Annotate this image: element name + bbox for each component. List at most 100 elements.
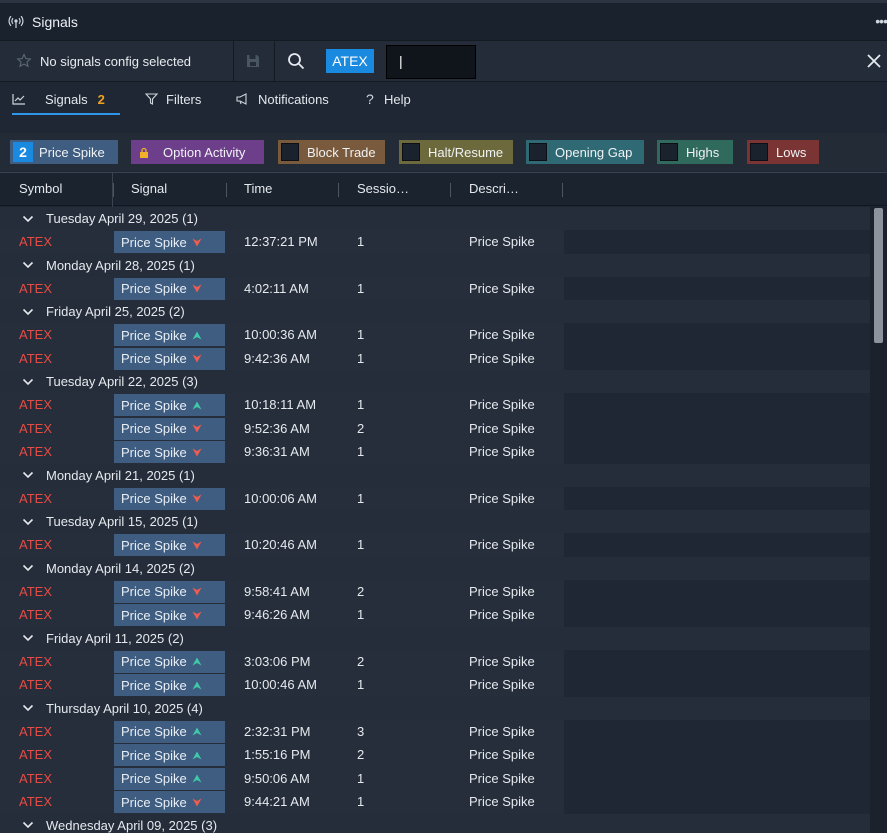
column-resize-handle[interactable] [338,183,339,197]
table-row[interactable]: ATEX Price Spike 9:46:26 AM 1 Price Spike [0,603,870,627]
group-header[interactable]: Tuesday April 29, 2025 (1) [0,207,870,230]
group-header[interactable]: Thursday April 10, 2025 (4) [0,696,870,720]
column-resize-handle[interactable] [113,183,114,197]
column-header-symbol[interactable]: Symbol [19,181,62,196]
symbol-cell[interactable]: ATEX [19,323,52,347]
signal-cell[interactable]: Price Spike [114,441,225,463]
chip-highs[interactable]: Highs [657,140,733,164]
symbol-cell[interactable]: ATEX [19,720,52,744]
column-resize-handle[interactable] [450,183,451,197]
column-header-time[interactable]: Time [244,181,272,196]
table-row[interactable]: ATEX Price Spike 4:02:11 AM 1 Price Spike [0,276,870,301]
symbol-cell[interactable]: ATEX [19,580,52,604]
table-row[interactable]: ATEX Price Spike 9:42:36 AM 1 Price Spike [0,346,870,371]
vertical-scrollbar[interactable] [870,207,887,833]
symbol-cell[interactable]: ATEX [19,347,52,371]
group-header[interactable]: Monday April 28, 2025 (1) [0,253,870,277]
tab-signals[interactable]: Signals 2 [12,82,120,116]
signal-cell[interactable]: Price Spike [114,347,225,370]
chip-price-spike[interactable]: 2 Price Spike [10,140,118,164]
table-row[interactable]: ATEX Price Spike 2:32:31 PM 3 Price Spike [0,719,870,744]
table-row[interactable]: ATEX Price Spike 10:18:11 AM 1 Price Spike [0,393,870,417]
group-header[interactable]: Tuesday April 15, 2025 (1) [0,510,870,533]
signal-cell[interactable]: Price Spike [114,604,225,626]
symbol-cell[interactable]: ATEX [19,393,52,417]
chevron-down-icon[interactable] [22,261,34,269]
star-icon[interactable] [16,53,32,72]
group-header[interactable]: Friday April 11, 2025 (2) [0,626,870,650]
tab-notifications[interactable]: Notifications [236,82,329,116]
signal-cell[interactable]: Price Spike [114,580,225,603]
symbol-cell[interactable]: ATEX [19,533,52,557]
column-header-description[interactable]: Descri… [469,181,519,196]
search-icon[interactable] [287,52,305,73]
symbol-cell[interactable]: ATEX [19,417,52,441]
table-row[interactable]: ATEX Price Spike 9:52:36 AM 2 Price Spike [0,416,870,441]
symbol-cell[interactable]: ATEX [19,767,52,791]
signal-cell[interactable]: Price Spike [114,487,225,510]
group-header[interactable]: Monday April 21, 2025 (1) [0,463,870,487]
chevron-down-icon[interactable] [22,308,34,316]
tab-help[interactable]: ? Help [366,82,411,116]
table-row[interactable]: ATEX Price Spike 3:03:06 PM 2 Price Spike [0,649,870,674]
table-row[interactable]: ATEX Price Spike 10:00:46 AM 1 Price Spike [0,673,870,697]
chevron-down-icon[interactable] [22,518,34,526]
table-row[interactable]: ATEX Price Spike 10:00:06 AM 1 Price Spike [0,486,870,511]
signal-cell[interactable]: Price Spike [114,674,225,696]
chevron-down-icon[interactable] [22,215,34,223]
symbol-cell[interactable]: ATEX [19,673,52,697]
table-row[interactable]: ATEX Price Spike 10:20:46 AM 1 Price Spike [0,533,870,557]
table-row[interactable]: ATEX Price Spike 9:44:21 AM 1 Price Spike [0,790,870,814]
signal-cell[interactable]: Price Spike [114,231,225,253]
symbol-cell[interactable]: ATEX [19,743,52,767]
symbol-cell[interactable]: ATEX [19,230,52,254]
close-icon[interactable] [865,52,883,73]
column-resize-handle[interactable] [562,183,563,197]
tab-filters[interactable]: Filters [145,82,201,116]
column-resize-handle[interactable] [226,183,227,197]
table-row[interactable]: ATEX Price Spike 10:00:36 AM 1 Price Spike [0,323,870,347]
chip-block-trade[interactable]: Block Trade [278,140,385,164]
chevron-down-icon[interactable] [22,821,34,829]
symbol-cell[interactable]: ATEX [19,440,52,464]
chip-lows[interactable]: Lows [747,140,819,164]
chip-opening-gap[interactable]: Opening Gap [526,140,644,164]
config-selector[interactable]: No signals config selected [40,54,191,69]
signal-cell[interactable]: Price Spike [114,791,225,813]
signal-cell[interactable]: Price Spike [114,324,225,346]
signal-cell[interactable]: Price Spike [114,394,225,416]
chip-halt-resume[interactable]: Halt/Resume [399,140,513,164]
signal-cell[interactable]: Price Spike [114,417,225,440]
chevron-down-icon[interactable] [22,634,34,642]
signal-cell[interactable]: Price Spike [114,720,225,743]
signal-cell[interactable]: Price Spike [114,767,225,790]
symbol-cell[interactable]: ATEX [19,603,52,627]
column-header-signal[interactable]: Signal [131,181,167,196]
table-row[interactable]: ATEX Price Spike 9:36:31 AM 1 Price Spike [0,440,870,464]
symbol-cell[interactable]: ATEX [19,487,52,511]
signal-cell[interactable]: Price Spike [114,534,225,556]
symbol-cell[interactable]: ATEX [19,650,52,674]
signal-cell[interactable]: Price Spike [114,277,225,300]
symbol-cell[interactable]: ATEX [19,790,52,814]
save-icon[interactable] [245,53,261,72]
table-row[interactable]: ATEX Price Spike 9:50:06 AM 1 Price Spike [0,766,870,791]
table-row[interactable]: ATEX Price Spike 9:58:41 AM 2 Price Spike [0,579,870,604]
chevron-down-icon[interactable] [22,564,34,572]
scrollbar-thumb[interactable] [874,208,883,343]
column-header-session[interactable]: Sessio… [357,181,409,196]
signal-cell[interactable]: Price Spike [114,744,225,766]
signal-cell[interactable]: Price Spike [114,650,225,673]
group-header[interactable]: Tuesday April 22, 2025 (3) [0,370,870,393]
symbol-tag[interactable]: ATEX [326,49,374,73]
group-header[interactable]: Wednesday April 09, 2025 (3) [0,813,870,833]
chip-option-activity[interactable]: Option Activity [131,140,264,164]
more-options-icon[interactable]: ••• [875,13,887,29]
chevron-down-icon[interactable] [22,378,34,386]
table-row[interactable]: ATEX Price Spike 12:37:21 PM 1 Price Spike [0,230,870,254]
symbol-cell[interactable]: ATEX [19,277,52,301]
table-row[interactable]: ATEX Price Spike 1:55:16 PM 2 Price Spike [0,743,870,767]
symbol-input[interactable]: | [386,45,476,79]
group-header[interactable]: Monday April 14, 2025 (2) [0,556,870,580]
chevron-down-icon[interactable] [22,704,34,712]
